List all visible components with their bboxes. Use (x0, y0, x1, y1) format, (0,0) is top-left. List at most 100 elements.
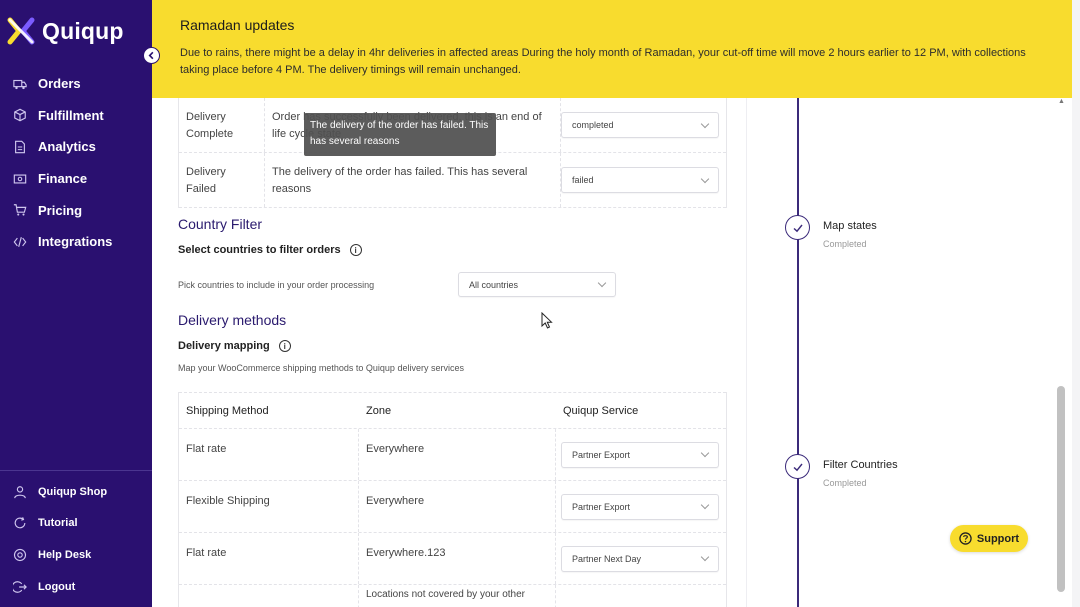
state-select-failed[interactable]: failed (561, 167, 719, 193)
banner-text: Due to rains, there might be a delay in … (180, 47, 1026, 76)
truck-icon (13, 79, 27, 89)
sidebar-item-label: Analytics (38, 139, 96, 155)
collapse-sidebar-button[interactable] (143, 47, 160, 64)
sidebar-item-help-desk[interactable]: Help Desk (0, 539, 152, 571)
panel-divider (746, 98, 747, 607)
column-header: Zone (366, 404, 392, 417)
brand-name: Quiqup (42, 17, 124, 44)
delivery-mapping-hint: Map your WooCommerce shipping methods to… (178, 363, 464, 373)
country-filter-heading: Country Filter (178, 216, 263, 232)
subheading-text: Delivery mapping (178, 340, 270, 352)
sidebar-item-tutorial[interactable]: Tutorial (0, 508, 152, 540)
step-status: Completed (823, 239, 867, 249)
service-select[interactable]: Partner Export (561, 441, 719, 468)
state-name: Delivery Failed (179, 153, 265, 207)
chevron-down-icon (700, 119, 710, 128)
user-icon (14, 485, 26, 499)
info-icon[interactable]: i (349, 244, 362, 256)
scrollbar[interactable]: ▲ (1056, 98, 1066, 607)
state-description: The delivery of the order has failed. Th… (265, 153, 561, 207)
table-row: Flexible Shipping Everywhere Partner Exp… (179, 481, 726, 533)
zone: Everywhere (359, 429, 556, 480)
document-icon (15, 140, 25, 154)
sidebar-item-label: Tutorial (38, 517, 78, 530)
progress-timeline (797, 98, 799, 607)
scroll-thumb[interactable] (1057, 386, 1065, 592)
chevron-down-icon (700, 552, 710, 562)
sidebar-item-pricing[interactable]: Pricing (0, 194, 152, 226)
progress-step-map-states: Map states Completed (785, 215, 877, 249)
scroll-up-icon[interactable]: ▲ (1058, 98, 1065, 105)
sidebar: Quiqup Orders Fulfillment Analytics Fina… (0, 0, 152, 607)
country-filter-hint: Pick countries to include in your order … (178, 280, 375, 290)
announcement-banner: Ramadan updates Due to rains, there migh… (152, 0, 1072, 98)
shipping-mapping-table: Shipping Method Zone Quiqup Service Flat… (178, 392, 727, 607)
check-icon (785, 454, 810, 479)
main-content: Delivery Complete Order has successfully… (152, 98, 1072, 607)
mouse-cursor-icon (541, 312, 553, 329)
money-icon (13, 174, 27, 184)
progress-step-filter-countries: Filter Countries Completed (785, 454, 898, 488)
sidebar-item-label: Finance (38, 171, 88, 187)
column-header: Shipping Method (186, 404, 269, 417)
sidebar-item-label: Pricing (38, 202, 83, 218)
service-select[interactable]: Partner Export (561, 493, 719, 520)
shipping-method: Flat rate (179, 533, 359, 584)
sidebar-item-orders[interactable]: Orders (0, 68, 152, 100)
sidebar-item-analytics[interactable]: Analytics (0, 131, 152, 163)
sidebar-item-integrations[interactable]: Integrations (0, 226, 152, 258)
chevron-down-icon (597, 278, 607, 288)
select-value: completed (572, 120, 614, 130)
sidebar-item-label: Logout (38, 580, 76, 593)
sidebar-item-finance[interactable]: Finance (0, 163, 152, 195)
code-icon (13, 236, 27, 247)
support-button[interactable]: Support (950, 525, 1028, 552)
table-header: Shipping Method Zone Quiqup Service (179, 392, 726, 429)
table-row: Locations not covered by your other (179, 585, 726, 607)
delivery-mapping-subheading: Delivery mapping i (178, 340, 291, 352)
shipping-method: Flexible Shipping (179, 481, 359, 532)
quiqup-logo-icon (6, 16, 36, 46)
state-select-completed[interactable]: completed (561, 112, 719, 138)
chevron-down-icon (700, 174, 710, 183)
select-value: Partner Export (572, 501, 631, 512)
column-header: Quiqup Service (563, 404, 639, 417)
lifebuoy-icon (13, 548, 27, 562)
subheading-text: Select countries to filter orders (178, 244, 341, 256)
info-icon[interactable]: i (278, 340, 291, 352)
sidebar-item-quiqup-shop[interactable]: Quiqup Shop (0, 476, 152, 508)
window-edge (1072, 0, 1080, 607)
shipping-method (179, 585, 359, 607)
quiqup-logo[interactable]: Quiqup (6, 16, 124, 46)
table-row: Flat rate Everywhere Partner Export (179, 429, 726, 481)
sidebar-item-label: Quiqup Shop (38, 485, 108, 498)
country-select[interactable]: All countries (458, 272, 616, 297)
table-row: Delivery Failed The delivery of the orde… (179, 153, 726, 208)
select-value: Partner Next Day (572, 553, 642, 564)
sidebar-item-logout[interactable]: Logout (0, 571, 152, 603)
step-title: Map states (823, 220, 877, 232)
chevron-left-icon (148, 51, 154, 60)
sidebar-item-label: Fulfillment (38, 107, 104, 123)
sidebar-item-label: Integrations (38, 234, 113, 250)
select-value: failed (572, 175, 594, 185)
zone: Locations not covered by your other (359, 585, 556, 607)
state-name: Delivery Complete (179, 98, 265, 152)
select-value: All countries (469, 279, 519, 290)
zone: Everywhere (359, 481, 556, 532)
main-nav: Orders Fulfillment Analytics Finance Pri… (0, 68, 152, 258)
sidebar-bottom-nav: Quiqup Shop Tutorial Help Desk Logout (0, 470, 152, 602)
service-select[interactable]: Partner Next Day (561, 545, 719, 572)
sidebar-item-label: Help Desk (38, 548, 92, 561)
shipping-method: Flat rate (179, 429, 359, 480)
sidebar-item-fulfillment[interactable]: Fulfillment (0, 100, 152, 132)
check-icon (785, 215, 810, 240)
support-label: Support (976, 532, 1020, 545)
chevron-down-icon (700, 500, 710, 510)
refresh-icon (14, 517, 26, 529)
logout-icon (13, 580, 27, 593)
country-filter-subheading: Select countries to filter orders i (178, 244, 362, 256)
sidebar-item-label: Orders (38, 76, 81, 92)
help-icon (959, 532, 972, 545)
select-value: Partner Export (572, 449, 631, 460)
